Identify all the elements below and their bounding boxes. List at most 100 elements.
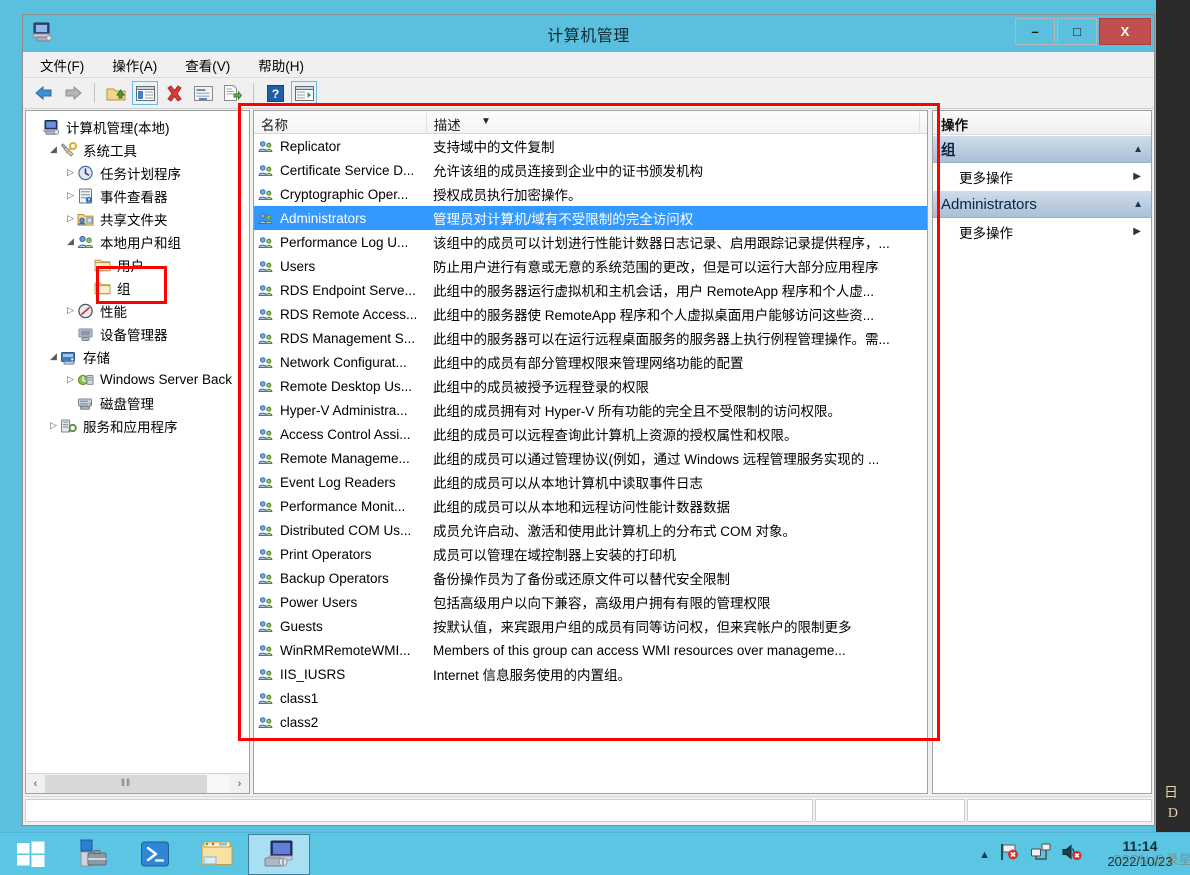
tree-groups[interactable]: 组 <box>26 276 249 299</box>
back-icon[interactable] <box>31 81 57 105</box>
table-row[interactable]: Power Users 包括高级用户以向下兼容，高级用户拥有有限的管理权限 <box>254 590 927 614</box>
close-button[interactable]: X <box>1099 18 1151 45</box>
tree-task-scheduler[interactable]: ▷ 任务计划程序 <box>26 161 249 184</box>
actions-group-administrators[interactable]: Administrators ▲ <box>933 190 1151 218</box>
tree-node-label: 任务计划程序 <box>100 166 181 182</box>
expander-expand-icon[interactable]: ▷ <box>47 420 60 431</box>
tree-computer-management-local[interactable]: 计算机管理(本地) <box>26 115 249 138</box>
tree-horizontal-scrollbar[interactable]: ‹ ‖‖ › <box>26 773 249 793</box>
menu-help[interactable]: 帮助(H) <box>255 53 307 77</box>
scroll-left-button[interactable]: ‹ <box>26 774 45 793</box>
scroll-right-button[interactable]: › <box>230 774 249 793</box>
chevron-up-icon[interactable]: ▲ <box>1133 199 1143 210</box>
table-row[interactable]: Network Configurat... 此组中的成员有部分管理权限来管理网络功… <box>254 350 927 374</box>
tree-event-viewer[interactable]: ▷ 事件查看器 <box>26 184 249 207</box>
menu-view[interactable]: 查看(V) <box>182 53 233 77</box>
table-row[interactable]: Access Control Assi... 此组的成员可以远程查询此计算机上资源… <box>254 422 927 446</box>
chevron-up-icon[interactable]: ▲ <box>1133 144 1143 155</box>
actions-more-actions-groups[interactable]: 更多操作 ▶ <box>933 163 1151 190</box>
table-row[interactable]: class2 <box>254 710 927 734</box>
export-list-icon[interactable] <box>219 81 245 105</box>
scroll-track[interactable]: ‖‖ <box>45 774 230 793</box>
table-row[interactable]: Performance Monit... 此组的成员可以从本地和远程访问性能计数器… <box>254 494 927 518</box>
table-row[interactable]: Administrators 管理员对计算机/域有不受限制的完全访问权 <box>254 206 927 230</box>
group-icon <box>258 187 275 202</box>
table-row[interactable]: Event Log Readers 此组的成员可以从本地计算机中读取事件日志 <box>254 470 927 494</box>
console-tree-pane: 计算机管理(本地) ◢ 系统工具 ▷ 任务计划程序 ▷ 事件查看器 ▷ 共享文件… <box>25 110 250 794</box>
expander-expand-icon[interactable]: ▷ <box>64 213 77 224</box>
table-row[interactable]: Hyper-V Administra... 此组的成员拥有对 Hyper-V 所有… <box>254 398 927 422</box>
network-flag-alert-icon[interactable] <box>999 842 1021 867</box>
up-folder-icon[interactable] <box>103 81 129 105</box>
table-row[interactable]: Remote Manageme... 此组的成员可以通过管理协议(例如，通过 Wi… <box>254 446 927 470</box>
table-row[interactable]: Cryptographic Oper... 授权成员执行加密操作。 <box>254 182 927 206</box>
table-row[interactable]: Remote Desktop Us... 此组中的成员被授予远程登录的权限 <box>254 374 927 398</box>
start-button[interactable] <box>0 834 62 875</box>
edge-fragment-0: 日 <box>1164 786 1178 801</box>
tree-services-and-applications[interactable]: ▷ 服务和应用程序 <box>26 414 249 437</box>
tree-system-tools[interactable]: ◢ 系统工具 <box>26 138 249 161</box>
taskbar-file-explorer[interactable] <box>186 834 248 875</box>
group-description-cell: 支持域中的文件复制 <box>433 140 555 155</box>
column-header-spacer[interactable] <box>920 111 927 133</box>
group-name-cell: class2 <box>280 714 319 730</box>
table-row[interactable]: Performance Log U... 该组中的成员可以计划进行性能计数器日志记… <box>254 230 927 254</box>
expander-collapse-icon[interactable]: ◢ <box>47 351 60 362</box>
scroll-thumb[interactable]: ‖‖ <box>45 774 207 793</box>
tree-performance[interactable]: ▷ 性能 <box>26 299 249 322</box>
clock[interactable]: 11:14 2022/10/23 CSDN @录星 <box>1092 839 1190 869</box>
volume-muted-icon[interactable] <box>1061 842 1083 867</box>
expander-expand-icon[interactable]: ▷ <box>64 305 77 316</box>
actions-more-actions-administrators[interactable]: 更多操作 ▶ <box>933 218 1151 245</box>
tree-device-manager[interactable]: 设备管理器 <box>26 322 249 345</box>
table-row[interactable]: Print Operators 成员可以管理在域控制器上安装的打印机 <box>254 542 927 566</box>
forward-icon[interactable] <box>60 81 86 105</box>
delete-icon[interactable] <box>161 81 187 105</box>
expander-expand-icon[interactable]: ▷ <box>64 374 77 385</box>
svg-text:?: ? <box>271 87 278 101</box>
expander-collapse-icon[interactable]: ◢ <box>47 144 60 155</box>
menu-file[interactable]: 文件(F) <box>37 53 87 77</box>
minimize-button[interactable]: – <box>1015 18 1055 45</box>
expander-expand-icon[interactable]: ▷ <box>64 167 77 178</box>
table-row[interactable]: Guests 按默认值，来宾跟用户组的成员有同等访问权，但来宾帐户的限制更多 <box>254 614 927 638</box>
expander-collapse-icon[interactable]: ◢ <box>64 236 77 247</box>
actions-group-groups[interactable]: 组 ▲ <box>933 135 1151 163</box>
table-row[interactable]: WinRMRemoteWMI... Members of this group c… <box>254 638 927 662</box>
tree-windows-server-backup[interactable]: ▷ Windows Server Back <box>26 368 249 391</box>
tree-storage[interactable]: ◢ 存储 <box>26 345 249 368</box>
tray-overflow-arrow-icon[interactable]: ▲ <box>979 849 990 861</box>
table-row[interactable]: RDS Remote Access... 此组中的服务器使 RemoteApp 程… <box>254 302 927 326</box>
group-description-cell: 备份操作员为了备份或还原文件可以替代安全限制 <box>433 572 730 587</box>
help-icon[interactable]: ? <box>262 81 288 105</box>
group-description-cell: 按默认值，来宾跟用户组的成员有同等访问权，但来宾帐户的限制更多 <box>433 620 852 635</box>
table-row[interactable]: Distributed COM Us... 成员允许启动、激活和使用此计算机上的分… <box>254 518 927 542</box>
menu-action[interactable]: 操作(A) <box>109 53 160 77</box>
group-icon <box>258 547 275 562</box>
table-row[interactable]: Backup Operators 备份操作员为了备份或还原文件可以替代安全限制 <box>254 566 927 590</box>
table-row[interactable]: Replicator 支持域中的文件复制 <box>254 134 927 158</box>
show-hide-console-tree-icon[interactable] <box>132 81 158 105</box>
table-row[interactable]: Certificate Service D... 允许该组的成员连接到企业中的证书… <box>254 158 927 182</box>
tree-users[interactable]: 用户 <box>26 253 249 276</box>
tree-local-users-and-groups[interactable]: ◢ 本地用户和组 <box>26 230 249 253</box>
expander-expand-icon[interactable]: ▷ <box>64 190 77 201</box>
table-row[interactable]: Users 防止用户进行有意或无意的系统范围的更改，但是可以运行大部分应用程序 <box>254 254 927 278</box>
network-connection-icon[interactable] <box>1030 842 1052 867</box>
table-row[interactable]: class1 <box>254 686 927 710</box>
taskbar-powershell[interactable] <box>124 834 186 875</box>
table-row[interactable]: RDS Management S... 此组中的服务器可以在运行远程桌面服务的服务… <box>254 326 927 350</box>
tree-disk-management[interactable]: 磁盘管理 <box>26 391 249 414</box>
table-row[interactable]: IIS_IUSRS Internet 信息服务使用的内置组。 <box>254 662 927 686</box>
maximize-button[interactable]: □ <box>1057 18 1097 45</box>
taskbar-computer-management[interactable] <box>248 833 310 875</box>
table-row[interactable]: RDS Endpoint Serve... 此组中的服务器运行虚拟机和主机会话，用… <box>254 278 927 302</box>
tree-shared-folders[interactable]: ▷ 共享文件夹 <box>26 207 249 230</box>
column-header-description[interactable]: 描述 <box>427 111 920 133</box>
taskbar-server-manager[interactable] <box>62 834 124 875</box>
properties-icon[interactable] <box>190 81 216 105</box>
title-bar[interactable]: 计算机管理 – □ X <box>23 15 1154 52</box>
group-description-cell: 此组的成员可以从本地和远程访问性能计数器数据 <box>433 500 730 515</box>
show-hide-action-pane-icon[interactable] <box>291 81 317 105</box>
column-header-name[interactable]: 名称 <box>254 111 427 133</box>
